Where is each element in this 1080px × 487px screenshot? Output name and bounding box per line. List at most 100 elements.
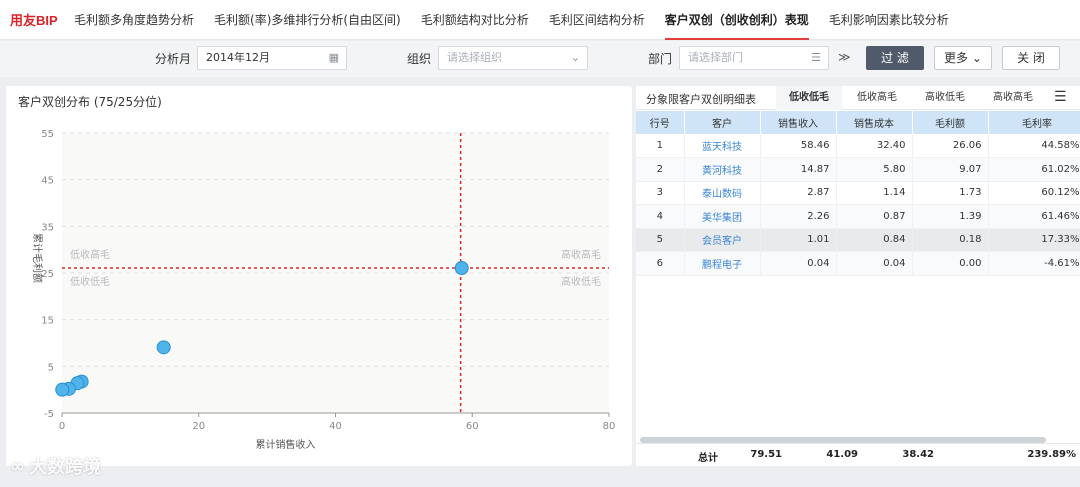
col-header-revenue[interactable]: 销售收入 — [760, 111, 837, 134]
tab-profit-factors[interactable]: 毛利影响因素比较分析 — [819, 0, 959, 40]
total-revenue: 79.51 — [750, 449, 782, 460]
table-row[interactable]: 2 黄河科技 14.87 5.80 9.07 61.02% — [636, 157, 1080, 182]
cost-cell: 0.84 — [836, 228, 913, 252]
customer-link[interactable]: 鹏程电子 — [702, 260, 742, 271]
tab-high-rev-low-profit[interactable]: 高收低毛 — [912, 86, 978, 110]
rate-cell: 61.02% — [988, 157, 1080, 182]
y-tick-label: 5 — [48, 362, 54, 373]
dept-select[interactable]: 请选择部门 ☰ — [679, 46, 829, 70]
profit-cell: 26.06 — [912, 134, 989, 158]
customer-link[interactable]: 美华集团 — [702, 213, 742, 224]
y-tick-label: 35 — [41, 222, 54, 233]
expand-icon[interactable]: ≫ — [838, 50, 851, 64]
table-row[interactable]: 1 蓝天科技 58.46 32.40 26.06 44.58% — [636, 134, 1080, 158]
rate-cell: -4.61% — [988, 251, 1080, 276]
detail-panel-title: 分象限客户双创明细表 — [646, 93, 756, 106]
quadrant-label-top-right: 高收高毛 — [561, 248, 601, 261]
x-tick-label: 20 — [192, 421, 205, 432]
quadrant-label-bottom-right: 高收低毛 — [561, 275, 601, 288]
profit-cell: 0.00 — [912, 251, 989, 276]
total-rate: 239.89% — [1027, 449, 1076, 460]
chevron-down-icon: ⌄ — [971, 51, 982, 65]
chart-panel: -5 5 15 25 35 45 55 0 20 40 60 80 累计销售收入 累计毛利额 低收高毛 高收高… — [6, 86, 632, 466]
org-label: 组织 — [407, 52, 432, 66]
revenue-cell: 58.46 — [760, 134, 837, 158]
top-navigation: 用友BIP 毛利额多角度趋势分析 毛利额(率)多维排行分析(自由区间) 毛利额结… — [0, 0, 1080, 40]
col-header-profit[interactable]: 毛利额 — [912, 111, 989, 134]
scatter-chart: -5 5 15 25 35 45 55 0 20 40 60 80 累计销售收入 累计毛利额 低收高毛 高收高… — [31, 129, 616, 451]
table-row[interactable]: 3 泰山数码 2.87 1.14 1.73 60.12% — [636, 181, 1080, 205]
customer-link[interactable]: 会员客户 — [702, 236, 742, 247]
x-axis-label: 累计销售收入 — [256, 438, 316, 451]
data-point[interactable] — [55, 382, 70, 397]
col-header-rate[interactable]: 毛利率 — [988, 111, 1080, 134]
org-select[interactable]: 请选择组织 ⌄ — [438, 46, 588, 70]
total-row: 总计 79.51 41.09 38.42 239.89% — [636, 443, 1080, 466]
customer-link[interactable]: 泰山数码 — [702, 189, 742, 200]
revenue-cell: 2.87 — [760, 181, 837, 205]
rate-cell: 60.12% — [988, 181, 1080, 205]
table-row[interactable]: 5 会员客户 1.01 0.84 0.18 17.33% — [636, 228, 1080, 252]
x-tick-label: 80 — [603, 421, 616, 432]
cost-cell: 0.04 — [836, 251, 913, 276]
chart-title: 客户双创分布 (75/25分位) — [18, 95, 162, 109]
col-header-customer[interactable]: 客户 — [684, 111, 761, 134]
tab-customer-dual[interactable]: 客户双创（创收创利）表现 — [655, 0, 819, 40]
detail-table: 行号 客户 销售收入 销售成本 毛利额 毛利率 1 蓝天科技 58.46 32.… — [636, 111, 1080, 276]
tab-high-rev-high-profit[interactable]: 高收高毛 — [980, 86, 1046, 110]
quadrant-label-top-left: 低收高毛 — [70, 248, 110, 261]
y-tick-label: 45 — [41, 176, 54, 187]
dept-placeholder: 请选择部门 — [688, 51, 743, 64]
row-index: 2 — [636, 157, 685, 182]
month-label: 分析月 — [155, 52, 192, 66]
month-value: 2014年12月 — [206, 51, 270, 64]
row-index: 1 — [636, 134, 685, 158]
y-tick-label: 15 — [41, 316, 54, 327]
tab-profit-structure[interactable]: 毛利额结构对比分析 — [411, 0, 539, 40]
data-point[interactable] — [156, 340, 171, 355]
profit-cell: 1.73 — [912, 181, 989, 205]
x-tick-label: 40 — [329, 421, 342, 432]
quadrant-label-bottom-left: 低收低毛 — [70, 275, 110, 288]
cost-cell: 5.80 — [836, 157, 913, 182]
menu-icon[interactable]: ☰ — [1054, 89, 1067, 105]
more-button[interactable]: 更多 ⌄ — [934, 46, 992, 70]
rate-cell: 61.46% — [988, 204, 1080, 229]
watermark-icon: ∞ — [10, 455, 25, 477]
tab-profit-trend[interactable]: 毛利额多角度趋势分析 — [64, 0, 204, 40]
chevron-down-icon: ⌄ — [570, 51, 580, 64]
tab-profit-ranking[interactable]: 毛利额(率)多维排行分析(自由区间) — [204, 0, 411, 40]
tab-profit-interval[interactable]: 毛利区间结构分析 — [539, 0, 655, 40]
filter-button[interactable]: 过 滤 — [866, 46, 924, 70]
tab-low-rev-high-profit[interactable]: 低收高毛 — [844, 86, 910, 110]
table-row[interactable]: 4 美华集团 2.26 0.87 1.39 61.46% — [636, 204, 1080, 229]
data-point[interactable] — [454, 261, 469, 276]
y-tick-label: 25 — [41, 269, 54, 280]
org-placeholder: 请选择组织 — [447, 51, 502, 64]
profit-cell: 1.39 — [912, 204, 989, 229]
watermark-text: 大数跨境 — [29, 457, 101, 478]
table-row[interactable]: 6 鹏程电子 0.04 0.04 0.00 -4.61% — [636, 251, 1080, 276]
revenue-cell: 14.87 — [760, 157, 837, 182]
total-profit: 38.42 — [902, 449, 934, 460]
total-label: 总计 — [698, 453, 718, 464]
col-header-cost[interactable]: 销售成本 — [836, 111, 913, 134]
row-index: 6 — [636, 251, 685, 276]
y-axis-label: 累计毛利额 — [31, 233, 44, 283]
tab-low-rev-low-profit[interactable]: 低收低毛 — [776, 86, 842, 110]
cost-cell: 1.14 — [836, 181, 913, 205]
close-button[interactable]: 关 闭 — [1002, 46, 1060, 70]
customer-link[interactable]: 蓝天科技 — [702, 142, 742, 153]
dept-label: 部门 — [648, 52, 673, 66]
calendar-icon: ▦ — [328, 51, 339, 64]
revenue-cell: 0.04 — [760, 251, 837, 276]
month-picker[interactable]: 2014年12月 ▦ — [197, 46, 347, 70]
col-header-index[interactable]: 行号 — [636, 111, 685, 134]
rate-cell: 44.58% — [988, 134, 1080, 158]
detail-panel-header: 分象限客户双创明细表 低收低毛 低收高毛 高收低毛 高收高毛 ☰ — [636, 86, 1080, 110]
cost-cell: 32.40 — [836, 134, 913, 158]
row-index: 4 — [636, 204, 685, 229]
customer-link[interactable]: 黄河科技 — [702, 166, 742, 177]
list-icon: ☰ — [811, 51, 821, 64]
revenue-cell: 2.26 — [760, 204, 837, 229]
